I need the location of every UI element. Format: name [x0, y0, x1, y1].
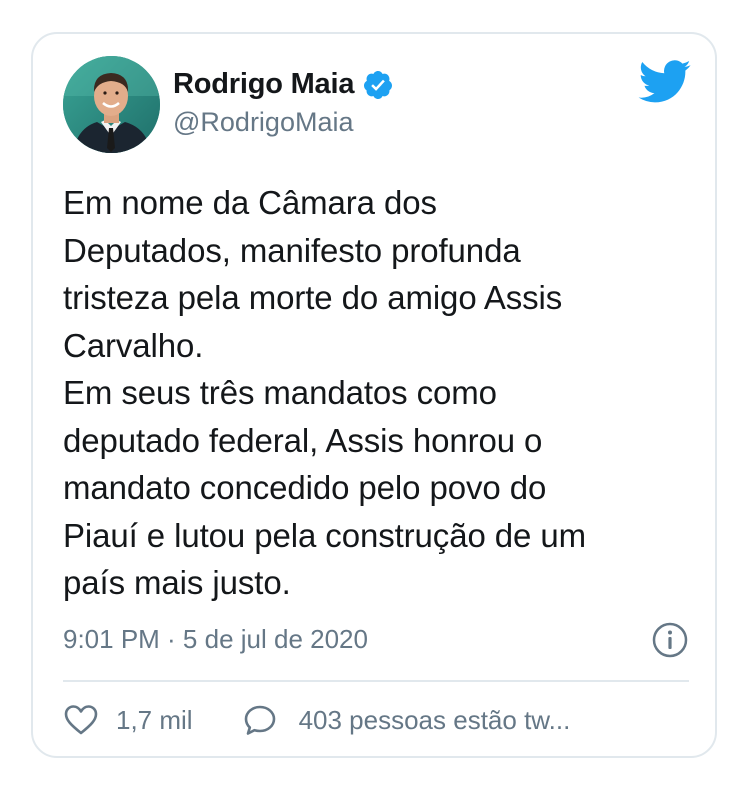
twitter-bird-icon[interactable] — [638, 60, 692, 104]
verified-badge-icon — [364, 70, 393, 99]
author-name-row: Rodrigo Maia — [173, 68, 394, 101]
like-count: 1,7 mil — [116, 704, 193, 735]
tweet-actions: 1,7 mil 403 pessoas estão tw... — [63, 704, 570, 736]
tweet-timestamp[interactable]: 9:01 PM · 5 de jul de 2020 — [63, 624, 368, 655]
info-icon[interactable] — [652, 622, 688, 658]
author-display-name[interactable]: Rodrigo Maia — [173, 68, 354, 101]
heart-icon — [64, 705, 98, 735]
reply-button[interactable]: 403 pessoas estão tw... — [243, 704, 571, 736]
like-button[interactable]: 1,7 mil — [63, 704, 193, 736]
conversation-count: 403 pessoas estão tw... — [298, 704, 571, 735]
avatar-photo — [63, 56, 160, 153]
divider — [63, 680, 689, 682]
tweet-card: Rodrigo Maia @RodrigoMaia Em nome da Câm… — [31, 32, 717, 758]
speech-bubble-icon — [244, 705, 275, 735]
avatar[interactable] — [63, 56, 160, 153]
tweet-text: Em nome da Câmara dos Deputados, manifes… — [63, 184, 587, 601]
author-handle[interactable]: @RodrigoMaia — [173, 107, 353, 138]
